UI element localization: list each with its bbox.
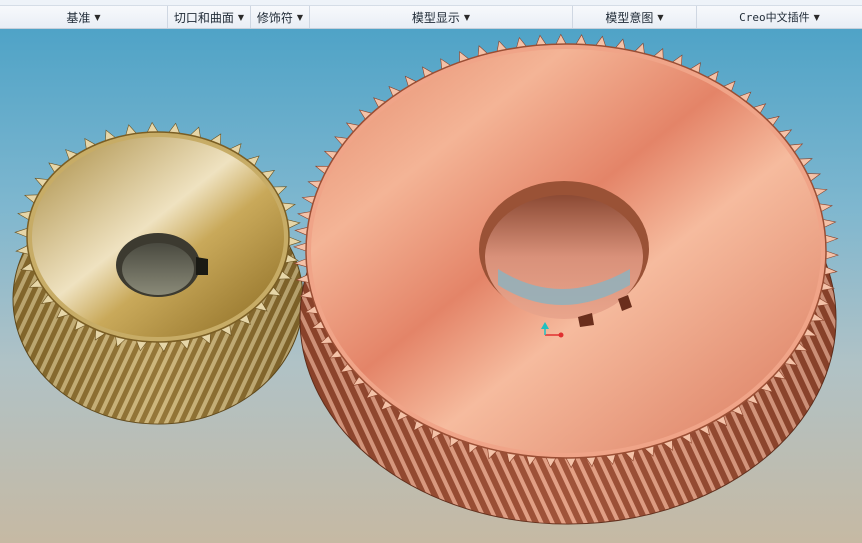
gear-tooth	[146, 121, 159, 133]
chevron-down-icon: ▼	[237, 12, 245, 22]
gear-tooth	[823, 266, 838, 276]
gear-tooth	[293, 242, 307, 252]
gear-tooth	[555, 33, 567, 45]
graphics-viewport[interactable]	[0, 29, 862, 543]
group-model-display-label: 模型显示	[411, 10, 460, 25]
group-creo-chinese-plugin[interactable]: Creo中文插件 ▼	[697, 6, 862, 28]
chevron-down-icon: ▼	[296, 12, 304, 22]
gear-tooth	[14, 227, 28, 238]
chevron-down-icon: ▼	[463, 12, 471, 22]
chevron-down-icon: ▼	[813, 12, 820, 22]
gear-tooth	[294, 226, 309, 236]
group-datum[interactable]: 基准 ▼	[0, 6, 168, 28]
group-modifiers-label: 修饰符	[256, 10, 293, 25]
small-gear[interactable]	[12, 121, 304, 425]
gear-tooth	[288, 236, 302, 247]
group-datum-label: 基准	[66, 10, 91, 25]
group-model-display[interactable]: 模型显示 ▼	[310, 6, 573, 28]
large-gear[interactable]	[293, 33, 839, 525]
group-modifiers[interactable]: 修饰符 ▼	[251, 6, 310, 28]
gear-tooth	[535, 34, 547, 46]
chevron-down-icon: ▼	[657, 12, 664, 22]
group-creo-chinese-plugin-label: Creo中文插件	[739, 11, 810, 24]
group-model-intent[interactable]: 模型意图 ▼	[573, 6, 697, 28]
group-cut-and-surface-label: 切口和曲面	[173, 10, 234, 25]
gear-tooth	[824, 234, 839, 244]
model-canvas	[12, 33, 839, 525]
group-model-intent-label: 模型意图	[605, 10, 654, 25]
gear-tooth	[825, 250, 839, 260]
ribbon-group-bar: 基准 ▼ 切口和曲面 ▼ 修饰符 ▼ 模型显示 ▼ 模型意图 ▼ Creo中文插…	[0, 6, 862, 29]
creo-window: 基准 ▼ 切口和曲面 ▼ 修饰符 ▼ 模型显示 ▼ 模型意图 ▼ Creo中文插…	[0, 0, 862, 543]
gear-tooth	[575, 34, 587, 45]
chevron-down-icon: ▼	[94, 12, 101, 22]
group-cut-and-surface[interactable]: 切口和曲面 ▼	[168, 6, 251, 28]
